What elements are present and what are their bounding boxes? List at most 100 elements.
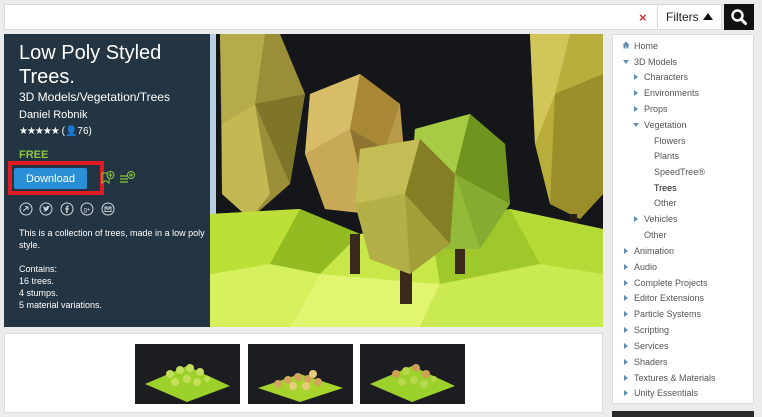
product-info-panel: Low Poly Styled Trees. 3D Models/Vegetat…	[4, 34, 210, 327]
tree-item-3d-other[interactable]: Other	[644, 229, 667, 241]
arrow-right-icon	[624, 343, 628, 349]
tree-item-props[interactable]: Props	[634, 103, 668, 115]
tree-item-label: Scripting	[634, 325, 670, 335]
email-icon[interactable]	[101, 202, 115, 216]
add-to-list-icon[interactable]	[118, 170, 136, 186]
download-button[interactable]: Download	[14, 168, 87, 189]
tree-item-scripting[interactable]: Scripting	[624, 324, 670, 336]
tree-item-label: Particle Systems	[634, 309, 702, 319]
reddit-icon[interactable]	[19, 202, 33, 216]
tree-item-shaders[interactable]: Shaders	[624, 356, 668, 368]
tree-item-vehicles[interactable]: Vehicles	[634, 213, 678, 225]
tree-item-environments[interactable]: Environments	[634, 87, 700, 99]
arrow-right-icon	[634, 106, 638, 112]
tree-item-speedtree[interactable]: SpeedTree®	[654, 166, 705, 178]
tree-item-label: Props	[644, 104, 668, 114]
arrow-right-icon	[624, 359, 628, 365]
tree-item-label: Environments	[644, 88, 700, 98]
tree-item-label: Shaders	[634, 357, 668, 367]
arrow-right-icon	[624, 280, 628, 286]
tree-item-characters[interactable]: Characters	[634, 71, 689, 83]
twitter-icon[interactable]	[39, 202, 53, 216]
arrow-right-icon	[624, 390, 628, 396]
tree-item-label: Editor Extensions	[634, 293, 705, 303]
thumbnail-3[interactable]	[360, 344, 465, 404]
search-input[interactable]	[9, 8, 629, 26]
contains-item: 5 material variations.	[19, 300, 103, 310]
arrow-right-icon	[634, 74, 638, 80]
tree-item-label: Home	[634, 41, 659, 51]
rating-count[interactable]: (👤76)	[62, 126, 92, 137]
tree-item-vegetation[interactable]: Vegetation	[633, 119, 687, 131]
publisher-link[interactable]: Daniel Robnik	[19, 109, 87, 121]
tree-item-label: Other	[654, 198, 677, 208]
contains-item: 4 stumps.	[19, 288, 59, 298]
tree-item-editor-extensions[interactable]: Editor Extensions	[624, 292, 705, 304]
tree-item-label: Audio	[634, 262, 658, 272]
arrow-right-icon	[624, 295, 628, 301]
contains-item: 16 trees.	[19, 276, 55, 286]
price-label: FREE	[19, 149, 49, 161]
arrow-right-icon	[634, 216, 638, 222]
tree-item-label: Plants	[654, 151, 680, 161]
tree-item-label: Complete Projects	[634, 278, 708, 288]
add-to-wishlist-icon[interactable]	[99, 170, 115, 186]
tree-item-services[interactable]: Services	[624, 340, 669, 352]
search-bar: × Filters	[4, 4, 722, 30]
magnifier-icon	[731, 9, 747, 25]
below-fold-banner	[612, 411, 754, 417]
thumbnail-strip	[4, 333, 603, 413]
search-button[interactable]	[724, 4, 754, 30]
facebook-icon[interactable]	[60, 202, 74, 216]
tree-item-label: Other	[644, 230, 667, 240]
description-text: This is a collection of trees, made in a…	[19, 228, 205, 250]
tree-item-textures-materials[interactable]: Textures & Materials	[624, 372, 716, 384]
tree-item-complete-projects[interactable]: Complete Projects	[624, 277, 708, 289]
tree-item-trees[interactable]: Trees	[654, 182, 677, 194]
home-icon	[622, 41, 630, 49]
tree-item-label: Vehicles	[644, 214, 678, 224]
tree-item-vegetation-other[interactable]: Other	[654, 197, 677, 209]
svg-text:g+: g+	[84, 208, 91, 214]
product-category-link[interactable]: 3D Models/Vegetation/Trees	[19, 90, 170, 104]
tree-item-plants[interactable]: Plants	[654, 150, 679, 162]
tree-item-label: Flowers	[654, 136, 686, 146]
thumbnail-2[interactable]	[248, 344, 353, 404]
product-description: This is a collection of trees, made in a…	[19, 227, 205, 311]
tree-item-label: 3D Models	[634, 57, 678, 67]
tree-item-unity-essentials[interactable]: Unity Essentials	[624, 387, 699, 399]
arrow-down-icon	[633, 123, 639, 127]
tree-item-label: Textures & Materials	[634, 373, 716, 383]
tree-item-particle-systems[interactable]: Particle Systems	[624, 308, 702, 320]
tree-item-label: Unity Essentials	[634, 388, 699, 398]
main-preview-image[interactable]	[210, 34, 603, 327]
contains-label: Contains:	[19, 264, 58, 274]
category-tree: Home 3D Models Characters Environments P…	[612, 34, 754, 404]
tree-item-label: Characters	[644, 72, 689, 82]
arrow-right-icon	[624, 248, 628, 254]
arrow-right-icon	[624, 311, 628, 317]
tree-item-label: Services	[634, 341, 669, 351]
tree-item-label: SpeedTree®	[654, 167, 705, 177]
google-plus-icon[interactable]: g+	[80, 202, 94, 216]
share-icons: g+	[19, 202, 117, 218]
tree-item-home[interactable]: Home	[622, 40, 659, 52]
arrow-right-icon	[624, 264, 628, 270]
tree-item-audio[interactable]: Audio	[624, 261, 658, 273]
tree-item-3d-models[interactable]: 3D Models	[623, 56, 678, 68]
tree-item-animation[interactable]: Animation	[624, 245, 675, 257]
clear-search-icon[interactable]: ×	[639, 10, 647, 25]
filters-dropdown[interactable]: Filters	[657, 5, 721, 29]
tree-item-label: Trees	[654, 183, 677, 193]
thumbnail-1[interactable]	[135, 344, 240, 404]
rating-stars: ★★★★★	[19, 126, 60, 137]
arrow-right-icon	[624, 327, 628, 333]
caret-up-icon	[703, 13, 713, 20]
tree-item-label: Animation	[634, 246, 675, 256]
arrow-right-icon	[624, 375, 628, 381]
tree-item-label: Vegetation	[644, 120, 687, 130]
arrow-down-icon	[623, 60, 629, 64]
product-title: Low Poly Styled Trees.	[19, 42, 162, 88]
tree-item-flowers[interactable]: Flowers	[654, 135, 686, 147]
filters-label: Filters	[666, 10, 699, 24]
